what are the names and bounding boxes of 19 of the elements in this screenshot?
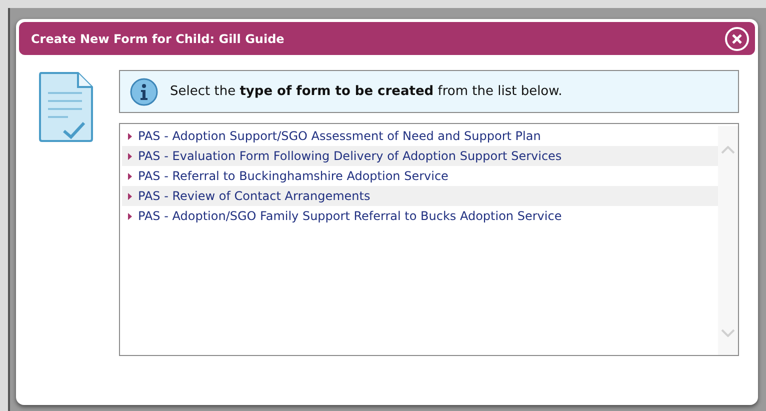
caret-icon [128,172,132,180]
caret-icon [128,212,132,220]
form-type-item[interactable]: PAS - Adoption Support/SGO Assessment of Need and Support Plan [122,126,718,146]
scrollbar[interactable] [718,126,738,355]
form-type-item[interactable]: PAS - Referral to Buckinghamshire Adoption Service [122,166,718,186]
form-type-item[interactable]: PAS - Evaluation Form Following Delivery of Adoption Support Services [122,146,718,166]
document-check-icon [38,71,94,143]
scroll-up-icon[interactable] [721,146,735,154]
instruction-text: Select the type of form to be created from the list below. [170,82,562,101]
dialog-title: Create New Form for Child: Gill Guide [31,30,284,48]
close-button[interactable] [725,26,749,50]
scroll-down-icon[interactable] [721,329,735,337]
caret-icon [128,152,132,160]
close-icon [732,34,742,44]
caret-icon [128,192,132,200]
info-icon [130,78,158,106]
form-type-item[interactable]: PAS - Review of Contact Arrangements [122,186,718,206]
form-type-item[interactable]: PAS - Adoption/SGO Family Support Referral to Bucks Adoption Service [122,206,718,226]
caret-icon [128,132,132,140]
